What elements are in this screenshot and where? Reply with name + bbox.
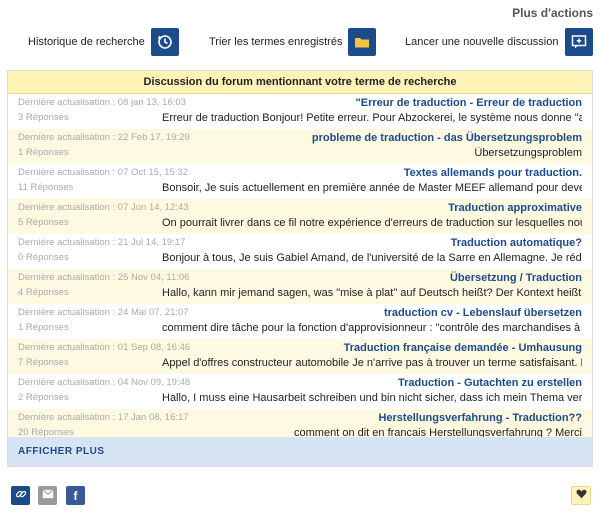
share-facebook-button[interactable]: f bbox=[66, 486, 85, 505]
forum-row[interactable]: Dernière actualisation : 04 Nov 09, 19:4… bbox=[8, 374, 592, 409]
row-replies: 2 Réponses bbox=[18, 392, 69, 403]
forum-row[interactable]: Dernière actualisation : 22 Feb 17, 19:2… bbox=[8, 129, 592, 164]
sort-terms-label: Trier les termes enregistrés bbox=[209, 36, 343, 48]
share-mail-button[interactable] bbox=[38, 486, 57, 505]
row-excerpt: Erreur de traduction Bonjour! Petite err… bbox=[162, 112, 582, 124]
row-replies: 3 Réponses bbox=[18, 112, 69, 123]
row-title[interactable]: Übersetzung / Traduction bbox=[450, 272, 582, 284]
forum-row[interactable]: Dernière actualisation : 21 Jul 14, 19:1… bbox=[8, 234, 592, 269]
sort-terms-button[interactable]: Trier les termes enregistrés bbox=[209, 28, 377, 56]
row-title[interactable]: Textes allemands pour traduction. bbox=[404, 167, 582, 179]
search-history-button[interactable]: Historique de recherche bbox=[28, 28, 179, 56]
row-excerpt: Appel d'offres constructeur automobile J… bbox=[162, 357, 582, 369]
row-replies: 5 Réponses bbox=[18, 217, 69, 228]
forum-row[interactable]: Dernière actualisation : 01 Sep 08, 16:4… bbox=[8, 339, 592, 374]
row-title[interactable]: Traduction française demandée - Umhausun… bbox=[344, 342, 582, 354]
row-replies: 0 Réponses bbox=[18, 252, 69, 263]
folder-icon bbox=[348, 28, 377, 56]
row-meta: Dernière actualisation : 25 Nov 04, 11:0… bbox=[18, 272, 190, 283]
heart-icon bbox=[576, 489, 587, 502]
row-meta: Dernière actualisation : 17 Jan 08, 16:1… bbox=[18, 412, 189, 423]
show-more-link[interactable]: AFFICHER PLUS bbox=[18, 446, 105, 457]
row-excerpt: comment dire tâche pour la fonction d'ap… bbox=[162, 322, 582, 334]
link-icon bbox=[15, 488, 27, 503]
row-excerpt: Übersetzungsproblem bbox=[474, 147, 582, 159]
forum-discussions-panel: Discussion du forum mentionnant votre te… bbox=[7, 70, 593, 467]
row-excerpt: On pourrait livrer dans ce fil notre exp… bbox=[162, 217, 582, 229]
row-title[interactable]: probleme de traduction - das Übersetzung… bbox=[312, 132, 582, 144]
row-title[interactable]: Traduction approximative bbox=[448, 202, 582, 214]
row-meta: Dernière actualisation : 07 Oct 15, 15:3… bbox=[18, 167, 189, 178]
row-replies: 1 Réponses bbox=[18, 322, 69, 333]
show-more-bar: AFFICHER PLUS bbox=[8, 437, 592, 466]
new-discussion-label: Lancer une nouvelle discussion bbox=[405, 36, 559, 48]
row-title[interactable]: "Erreur de traduction - Erreur de traduc… bbox=[356, 97, 582, 109]
row-meta: Dernière actualisation : 22 Feb 17, 19:2… bbox=[18, 132, 190, 143]
forum-row[interactable]: Dernière actualisation : 24 Mai 07, 21:0… bbox=[8, 304, 592, 339]
favorite-button[interactable] bbox=[571, 486, 591, 505]
row-meta: Dernière actualisation : 21 Jul 14, 19:1… bbox=[18, 237, 186, 248]
facebook-icon: f bbox=[73, 488, 78, 503]
forum-row[interactable]: Dernière actualisation : 08 jan 13, 16:0… bbox=[8, 94, 592, 129]
forum-row[interactable]: Dernière actualisation : 07 Oct 15, 15:3… bbox=[8, 164, 592, 199]
row-replies: 4 Réponses bbox=[18, 287, 69, 298]
row-meta: Dernière actualisation : 24 Mai 07, 21:0… bbox=[18, 307, 189, 318]
forum-row[interactable]: Dernière actualisation : 25 Nov 04, 11:0… bbox=[8, 269, 592, 304]
row-excerpt: Hallo, I muss eine Hausarbeit schreiben … bbox=[162, 392, 582, 404]
row-excerpt: Bonsoir, Je suis actuellement en premièr… bbox=[162, 182, 582, 194]
row-replies: 1 Réponses bbox=[18, 147, 69, 158]
forum-row[interactable]: Dernière actualisation : 07 Jun 14, 12:4… bbox=[8, 199, 592, 234]
row-meta: Dernière actualisation : 01 Sep 08, 16:4… bbox=[18, 342, 191, 353]
share-link-button[interactable] bbox=[11, 486, 30, 505]
mail-icon bbox=[41, 489, 54, 502]
forum-header: Discussion du forum mentionnant votre te… bbox=[8, 71, 592, 94]
search-history-label: Historique de recherche bbox=[28, 36, 145, 48]
row-meta: Dernière actualisation : 07 Jun 14, 12:4… bbox=[18, 202, 189, 213]
page-title: Plus d'actions bbox=[512, 6, 593, 20]
row-title[interactable]: Traduction automatique? bbox=[451, 237, 582, 249]
new-discussion-button[interactable]: Lancer une nouvelle discussion bbox=[405, 28, 593, 56]
row-meta: Dernière actualisation : 04 Nov 09, 19:4… bbox=[18, 377, 191, 388]
history-icon bbox=[150, 28, 179, 56]
row-title[interactable]: Traduction - Gutachten zu erstellen bbox=[398, 377, 582, 389]
row-excerpt: Bonjour à tous, Je suis Gabiel Amand, de… bbox=[162, 252, 582, 264]
row-meta: Dernière actualisation : 08 jan 13, 16:0… bbox=[18, 97, 186, 108]
row-excerpt: Hallo, kann mir jemand sagen, was "mise … bbox=[162, 287, 582, 299]
row-replies: 7 Réponses bbox=[18, 357, 69, 368]
new-discussion-icon bbox=[564, 28, 593, 56]
row-title[interactable]: traduction cv - Lebenslauf übersetzen bbox=[384, 307, 582, 319]
row-title[interactable]: Herstellungsverfahrung - Traduction?? bbox=[378, 412, 582, 424]
row-replies: 11 Réponses bbox=[18, 182, 74, 193]
